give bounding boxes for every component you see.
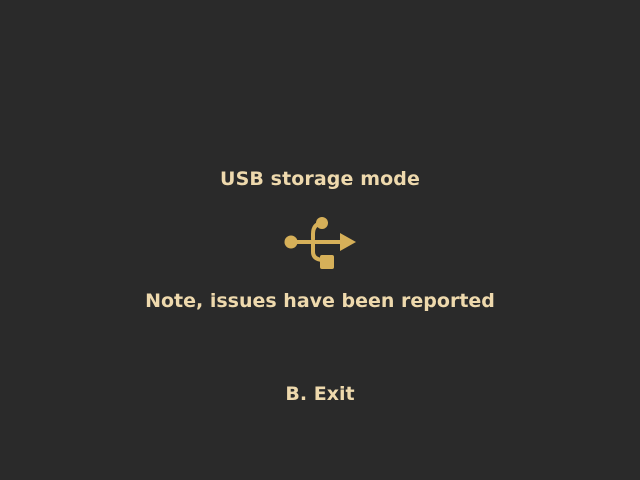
usb-storage-screen: USB storage mode Note, issues have been … <box>0 0 640 480</box>
exit-button[interactable]: B. Exit <box>285 383 354 405</box>
usb-icon <box>284 217 356 269</box>
screen-title: USB storage mode <box>220 168 420 190</box>
exit-row: B. Exit <box>0 383 640 405</box>
warning-note: Note, issues have been reported <box>145 290 495 312</box>
